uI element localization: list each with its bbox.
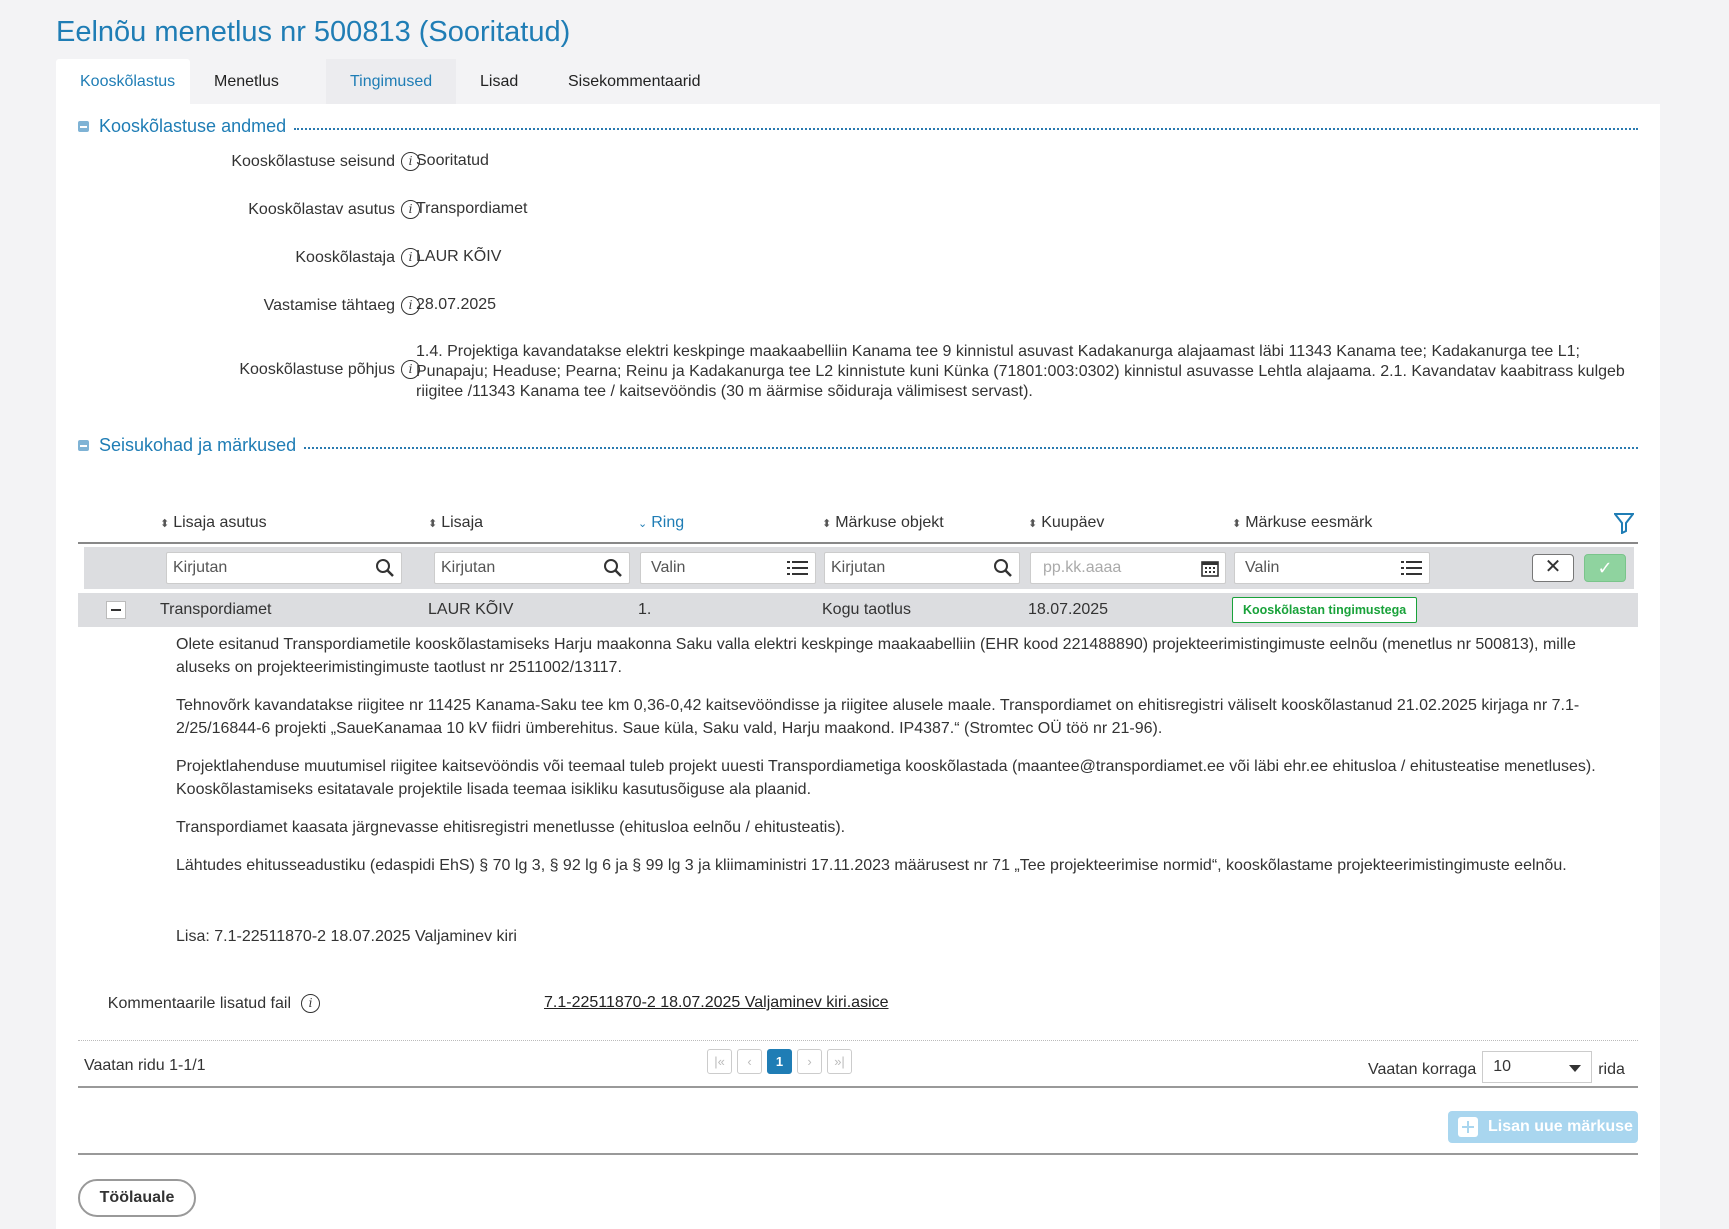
list-icon — [787, 558, 809, 589]
cell-objekt: Kogu taotlus — [822, 601, 911, 618]
comment-paragraph: Olete esitanud Transpordiametile kooskõl… — [176, 636, 1576, 676]
column-kuupaev[interactable]: ⬍ Kuupäev — [1028, 514, 1104, 532]
tab-sisekommentaarid[interactable]: Sisekommentaarid — [544, 59, 725, 104]
field-value: Transpordiamet — [416, 200, 528, 217]
comment-paragraph: Transpordiamet kaasata järgnevasse ehiti… — [176, 819, 846, 836]
field-label: Vastamise tähtaeg — [263, 296, 395, 314]
list-icon — [1401, 558, 1423, 589]
column-markuse-objekt[interactable]: ⬍ Märkuse objekt — [822, 514, 944, 532]
sort-icon: ⬍ — [1028, 518, 1038, 530]
calendar-icon[interactable] — [1201, 558, 1219, 588]
info-icon[interactable]: i — [301, 994, 320, 1013]
page-1-button[interactable]: 1 — [767, 1049, 792, 1074]
section-kooskolastuse-andmed-header[interactable]: Kooskõlastuse andmed — [78, 116, 1638, 137]
status-badge: Kooskõlastan tingimustega — [1232, 597, 1418, 623]
sort-icon: ⬍ — [822, 518, 832, 530]
search-icon — [603, 558, 623, 589]
cell-lisaja-asutus: Transpordiamet — [160, 601, 272, 618]
next-page-button[interactable]: › — [797, 1049, 822, 1074]
plus-icon — [1458, 1117, 1478, 1137]
table-header: ⬍ Lisaja asutus ⬍ Lisaja ⌄ Ring ⬍ Märkuse ob… — [78, 506, 1638, 544]
filter-lisaja-input[interactable]: Kirjutan — [434, 552, 630, 584]
clear-filter-button[interactable]: ✕ — [1532, 554, 1574, 582]
field-value: 1.4. Projektiga kavandatakse elektri kes… — [416, 343, 1625, 400]
tab-lisad[interactable]: Lisad — [456, 59, 544, 104]
tab-tingimused[interactable]: Tingimused — [326, 59, 456, 104]
cell-ring: 1. — [638, 601, 652, 618]
field-value: 28.07.2025 — [416, 296, 497, 313]
field-value: LAUR KÕIV — [416, 248, 502, 265]
search-icon — [993, 558, 1013, 589]
divider — [78, 1040, 1638, 1041]
per-page-select[interactable]: 10 — [1482, 1051, 1593, 1083]
dotted-divider — [294, 127, 1638, 130]
per-page-label: Vaatan korraga — [1368, 1061, 1477, 1078]
column-lisaja-asutus[interactable]: ⬍ Lisaja asutus — [160, 514, 267, 532]
tab-kooskolastus[interactable]: Kooskõlastus — [56, 59, 190, 104]
tab-menetlus[interactable]: Menetlus — [190, 59, 326, 104]
cell-kuupaev: 18.07.2025 — [1028, 601, 1109, 618]
content-panel: Kooskõlastuse andmed Kooskõlastuse seisu… — [56, 104, 1660, 1229]
collapse-icon[interactable] — [78, 440, 89, 451]
last-page-button[interactable]: »| — [827, 1049, 852, 1074]
filter-icon[interactable] — [1612, 512, 1636, 539]
table-row[interactable]: Transpordiamet LAUR KÕIV 1. Kogu taotlus… — [78, 593, 1638, 627]
sort-icon: ⬍ — [160, 518, 170, 530]
filter-row: Kirjutan Kirjutan Valin Kirjutan pp.kk.a… — [84, 547, 1634, 589]
comment-paragraph: Lähtudes ehitusseadustiku (edaspidi EhS)… — [176, 857, 1567, 874]
section-title: Seisukohad ja märkused — [99, 435, 297, 455]
filter-objekt-input[interactable]: Kirjutan — [824, 552, 1020, 584]
sort-icon: ⬍ — [428, 518, 438, 530]
add-remark-button[interactable]: Lisan uue märkuse — [1448, 1111, 1638, 1143]
sort-icon: ⬍ — [1232, 518, 1242, 530]
divider — [78, 1086, 1638, 1088]
first-page-button[interactable]: |« — [707, 1049, 732, 1074]
field-label: Kooskõlastaja — [295, 248, 395, 266]
section-seisukohad-header[interactable]: Seisukohad ja märkused — [78, 435, 1638, 456]
cell-lisaja: LAUR KÕIV — [428, 601, 514, 618]
check-icon: ✓ — [1597, 558, 1613, 578]
comment-paragraph: Tehnovõrk kavandatakse riigitee nr 11425… — [176, 697, 1580, 737]
comment-paragraph: Projektlahenduse muutumisel riigitee kai… — [176, 758, 1596, 798]
field-label: Kooskõlastav asutus — [248, 200, 395, 218]
filter-eesmark-select[interactable]: Valin — [1234, 552, 1430, 584]
per-page-suffix: rida — [1598, 1061, 1625, 1078]
search-icon — [375, 558, 395, 589]
prev-page-button[interactable]: ‹ — [737, 1049, 762, 1074]
collapse-row-button[interactable] — [106, 601, 126, 619]
field-value: Sooritatud — [416, 152, 489, 169]
section-title: Kooskõlastuse andmed — [99, 116, 287, 136]
back-to-dashboard-button[interactable]: Töölauale — [78, 1179, 196, 1217]
filter-ring-select[interactable]: Valin — [640, 552, 816, 584]
field-label: Kooskõlastuse põhjus — [239, 360, 395, 378]
comment-body: Olete esitanud Transpordiametile kooskõl… — [176, 633, 1616, 963]
per-page-control: Vaatan korraga 10 rida — [1368, 1051, 1625, 1083]
column-markuse-eesmark[interactable]: ⬍ Märkuse eesmärk — [1232, 514, 1372, 532]
sort-desc-icon: ⌄ — [638, 518, 648, 530]
filter-lisaja-asutus-input[interactable]: Kirjutan — [166, 552, 402, 584]
column-ring[interactable]: ⌄ Ring — [638, 514, 684, 532]
collapse-icon[interactable] — [78, 121, 89, 132]
page-title: Eelnõu menetlus nr 500813 (Sooritatud) — [56, 16, 571, 48]
attachment-link[interactable]: 7.1-22511870-2 18.07.2025 Valjaminev kir… — [544, 994, 889, 1012]
pager-info: Vaatan ridu 1-1/1 — [84, 1057, 206, 1074]
tab-bar: Kooskõlastus Menetlus Tingimused Lisad S… — [56, 59, 725, 104]
column-lisaja[interactable]: ⬍ Lisaja — [428, 514, 483, 532]
field-label: Kooskõlastuse seisund — [231, 152, 395, 170]
close-icon: ✕ — [1544, 556, 1562, 578]
comment-paragraph: Lisa: 7.1-22511870-2 18.07.2025 Valjamin… — [176, 928, 517, 945]
divider — [78, 1153, 1638, 1155]
pagination: |« ‹ 1 › »| — [707, 1049, 852, 1074]
apply-filter-button[interactable]: ✓ — [1584, 554, 1626, 582]
filter-kuupaev-input[interactable]: pp.kk.aaaa — [1030, 552, 1226, 584]
attachment-row: Kommentaarile lisatud fail i 7.1-22511870… — [56, 994, 1660, 1018]
dotted-divider — [304, 446, 1638, 449]
attachment-label: Kommentaarile lisatud fail — [107, 994, 291, 1012]
